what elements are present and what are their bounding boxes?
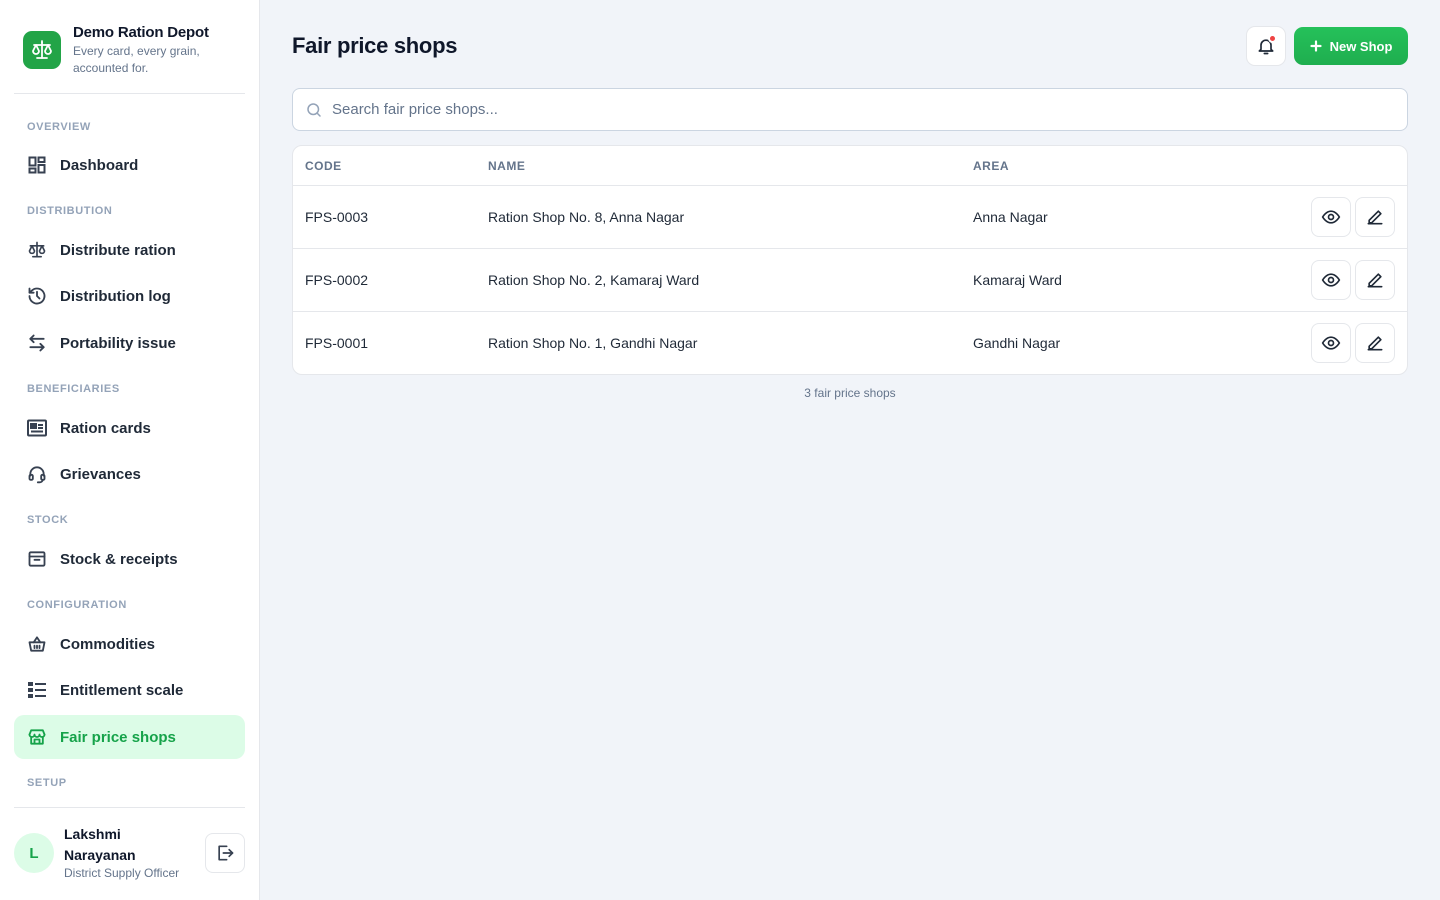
search-input[interactable] [332,101,1382,118]
cell-area: Kamaraj Ward [973,272,1062,288]
edit-button[interactable] [1355,260,1395,300]
pencil-icon [1365,333,1385,353]
eye-icon [1321,333,1341,353]
edit-button[interactable] [1355,197,1395,237]
sidebar-item-distribution-log[interactable]: Distribution log [14,274,245,318]
list-grid-icon [27,680,47,700]
table-row: FPS-0002 Ration Shop No. 2, Kamaraj Ward… [293,249,1407,312]
notification-badge [1268,34,1277,43]
sidebar-item-label: Dashboard [60,156,139,174]
history-icon [27,286,47,306]
basket-icon [27,634,47,654]
edit-button[interactable] [1355,323,1395,363]
section-label-overview: OVERVIEW [27,121,91,133]
headset-icon [27,464,47,484]
sidebar-item-label: Distribute ration [60,241,176,259]
sidebar-item-portability-issue[interactable]: Portability issue [14,321,245,365]
column-header-code: CODE [305,159,342,173]
logout-icon [215,843,235,863]
table-row: FPS-0003 Ration Shop No. 8, Anna Nagar A… [293,186,1407,249]
view-button[interactable] [1311,197,1351,237]
shops-table: CODE NAME AREA FPS-0003 Ration Shop No. … [292,145,1408,375]
user-profile: L Lakshmi Narayanan District Supply Offi… [14,807,245,900]
cell-name: Ration Shop No. 1, Gandhi Nagar [488,335,698,351]
column-header-area: AREA [973,159,1010,173]
result-count: 3 fair price shops [804,386,896,400]
brand: Demo Ration Depot Every card, every grai… [14,18,245,94]
sidebar-item-distribute-ration[interactable]: Distribute ration [14,228,245,272]
dashboard-icon [27,155,47,175]
sidebar-item-label: Fair price shops [60,728,176,746]
section-label-distribution: DISTRIBUTION [27,205,113,217]
sidebar-item-ration-cards[interactable]: Ration cards [14,406,245,450]
id-card-icon [27,418,47,438]
sidebar-item-dashboard[interactable]: Dashboard [14,143,245,187]
sidebar-item-grievances[interactable]: Grievances [14,452,245,496]
page-title: Fair price shops [292,33,458,58]
eye-icon [1321,270,1341,290]
cell-code: FPS-0001 [305,335,369,351]
cell-code: FPS-0003 [305,209,369,225]
new-shop-button[interactable]: New Shop [1294,27,1408,65]
brand-tagline: Every card, every grain, accounted for. [73,44,200,75]
sidebar-item-label: Grievances [60,465,141,483]
sidebar-item-commodities[interactable]: Commodities [14,622,245,666]
scale-logo-icon [23,31,61,69]
store-icon [27,727,47,747]
notifications-button[interactable] [1246,26,1286,66]
table-header: CODE NAME AREA [293,146,1407,186]
view-button[interactable] [1311,260,1351,300]
sidebar-item-label: Distribution log [60,287,171,305]
cell-area: Gandhi Nagar [973,335,1061,351]
section-label-beneficiaries: BENEFICIARIES [27,383,120,395]
user-name: Lakshmi Narayanan [64,826,136,863]
logout-button[interactable] [205,833,245,873]
sidebar-item-fair-price-shops[interactable]: Fair price shops [14,715,245,759]
section-label-stock: STOCK [27,514,69,526]
cell-code: FPS-0002 [305,272,369,288]
user-role: District Supply Officer [64,866,180,880]
sidebar-item-entitlement-scale[interactable]: Entitlement scale [14,668,245,712]
column-header-name: NAME [488,159,526,173]
cell-name: Ration Shop No. 2, Kamaraj Ward [488,272,700,288]
table-row: FPS-0001 Ration Shop No. 1, Gandhi Nagar… [293,312,1407,374]
archive-box-icon [27,549,47,569]
view-button[interactable] [1311,323,1351,363]
scale-icon [27,240,47,260]
plus-icon [1309,40,1322,52]
section-label-setup: SETUP [27,777,67,789]
section-label-configuration: CONFIGURATION [27,599,127,611]
cell-area: Anna Nagar [973,209,1048,225]
new-shop-label: New Shop [1329,38,1393,54]
pencil-icon [1365,270,1385,290]
sidebar: Demo Ration Depot Every card, every grai… [0,0,260,900]
eye-icon [1321,207,1341,227]
cell-name: Ration Shop No. 8, Anna Nagar [488,209,685,225]
brand-name: Demo Ration Depot [73,24,209,41]
sidebar-item-label: Ration cards [60,419,151,437]
avatar: L [14,833,54,873]
search-icon [305,101,323,119]
sidebar-item-label: Stock & receipts [60,550,178,568]
sidebar-item-label: Commodities [60,635,156,653]
pencil-icon [1365,207,1385,227]
sidebar-item-label: Portability issue [60,334,176,352]
search-box [292,88,1408,131]
sidebar-item-stock-receipts[interactable]: Stock & receipts [14,537,245,581]
swap-arrows-icon [27,333,47,353]
sidebar-item-label: Entitlement scale [60,681,184,699]
